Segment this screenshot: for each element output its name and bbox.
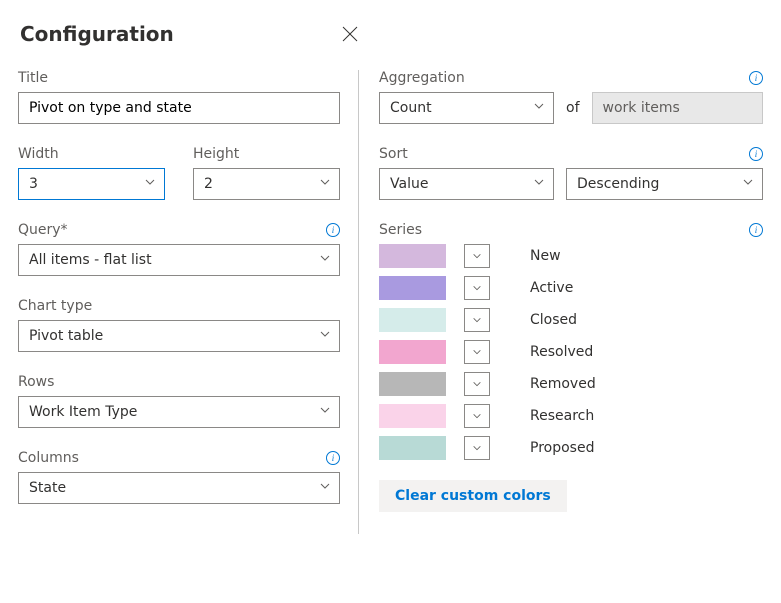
- color-swatch: [379, 372, 446, 396]
- height-label: Height: [193, 146, 340, 162]
- title-label: Title: [18, 70, 340, 86]
- color-swatch: [379, 244, 446, 268]
- aggregation-target: work items: [592, 92, 764, 124]
- aggregation-label: Aggregation: [379, 70, 465, 86]
- chevron-down-icon: [144, 176, 156, 192]
- series-row: Active: [379, 276, 763, 300]
- sort-direction-select[interactable]: Descending: [566, 168, 763, 200]
- color-swatch: [379, 340, 446, 364]
- info-icon[interactable]: i: [749, 147, 763, 161]
- series-color-select[interactable]: [464, 436, 490, 460]
- sort-field-select[interactable]: Value: [379, 168, 554, 200]
- series-color-select[interactable]: [464, 340, 490, 364]
- chart-type-label: Chart type: [18, 298, 340, 314]
- chevron-down-icon: [472, 411, 482, 421]
- series-color-select[interactable]: [464, 276, 490, 300]
- work-items-text: work items: [603, 100, 680, 116]
- chevron-down-icon: [533, 176, 545, 192]
- color-swatch: [379, 308, 446, 332]
- chevron-down-icon: [319, 328, 331, 344]
- chevron-down-icon: [742, 176, 754, 192]
- series-label: Series: [379, 222, 422, 238]
- width-select[interactable]: 3: [18, 168, 165, 200]
- color-swatch: [379, 404, 446, 428]
- rows-select[interactable]: Work Item Type: [18, 396, 340, 428]
- sort-direction-value: Descending: [577, 176, 659, 192]
- chart-type-value: Pivot table: [29, 328, 103, 344]
- columns-select[interactable]: State: [18, 472, 340, 504]
- series-label: Resolved: [508, 344, 593, 360]
- series-row: Research: [379, 404, 763, 428]
- aggregation-value: Count: [390, 100, 432, 116]
- series-row: Proposed: [379, 436, 763, 460]
- info-icon[interactable]: i: [326, 223, 340, 237]
- height-value: 2: [204, 176, 213, 192]
- color-swatch: [379, 276, 446, 300]
- series-row: Removed: [379, 372, 763, 396]
- series-row: New: [379, 244, 763, 268]
- chevron-down-icon: [319, 480, 331, 496]
- series-label: Active: [508, 280, 573, 296]
- width-label: Width: [18, 146, 165, 162]
- columns-label: Columns: [18, 450, 79, 466]
- clear-custom-colors-button[interactable]: Clear custom colors: [379, 480, 567, 512]
- height-select[interactable]: 2: [193, 168, 340, 200]
- aggregation-select[interactable]: Count: [379, 92, 554, 124]
- info-icon[interactable]: i: [749, 71, 763, 85]
- series-label: Closed: [508, 312, 577, 328]
- series-label: New: [508, 248, 561, 264]
- chevron-down-icon: [533, 100, 545, 116]
- series-color-select[interactable]: [464, 308, 490, 332]
- info-icon[interactable]: i: [326, 451, 340, 465]
- chevron-down-icon: [319, 252, 331, 268]
- title-input[interactable]: [18, 92, 340, 124]
- chevron-down-icon: [472, 283, 482, 293]
- rows-label: Rows: [18, 374, 340, 390]
- color-swatch: [379, 436, 446, 460]
- page-title: Configuration: [20, 22, 174, 46]
- rows-value: Work Item Type: [29, 404, 137, 420]
- series-color-select[interactable]: [464, 244, 490, 268]
- chevron-down-icon: [472, 379, 482, 389]
- series-label: Removed: [508, 376, 596, 392]
- chart-type-select[interactable]: Pivot table: [18, 320, 340, 352]
- chevron-down-icon: [319, 176, 331, 192]
- width-value: 3: [29, 176, 38, 192]
- chevron-down-icon: [472, 251, 482, 261]
- of-text: of: [566, 100, 580, 116]
- series-row: Closed: [379, 308, 763, 332]
- query-select[interactable]: All items - flat list: [18, 244, 340, 276]
- columns-value: State: [29, 480, 66, 496]
- series-color-select[interactable]: [464, 372, 490, 396]
- series-row: Resolved: [379, 340, 763, 364]
- chevron-down-icon: [472, 443, 482, 453]
- chevron-down-icon: [472, 347, 482, 357]
- series-label: Proposed: [508, 440, 594, 456]
- chevron-down-icon: [472, 315, 482, 325]
- chevron-down-icon: [319, 404, 331, 420]
- close-icon: [342, 26, 358, 42]
- sort-label: Sort: [379, 146, 408, 162]
- sort-field-value: Value: [390, 176, 428, 192]
- query-value: All items - flat list: [29, 252, 152, 268]
- close-button[interactable]: [334, 18, 366, 50]
- query-label: Query*: [18, 222, 68, 238]
- series-color-select[interactable]: [464, 404, 490, 428]
- series-label: Research: [508, 408, 594, 424]
- info-icon[interactable]: i: [749, 223, 763, 237]
